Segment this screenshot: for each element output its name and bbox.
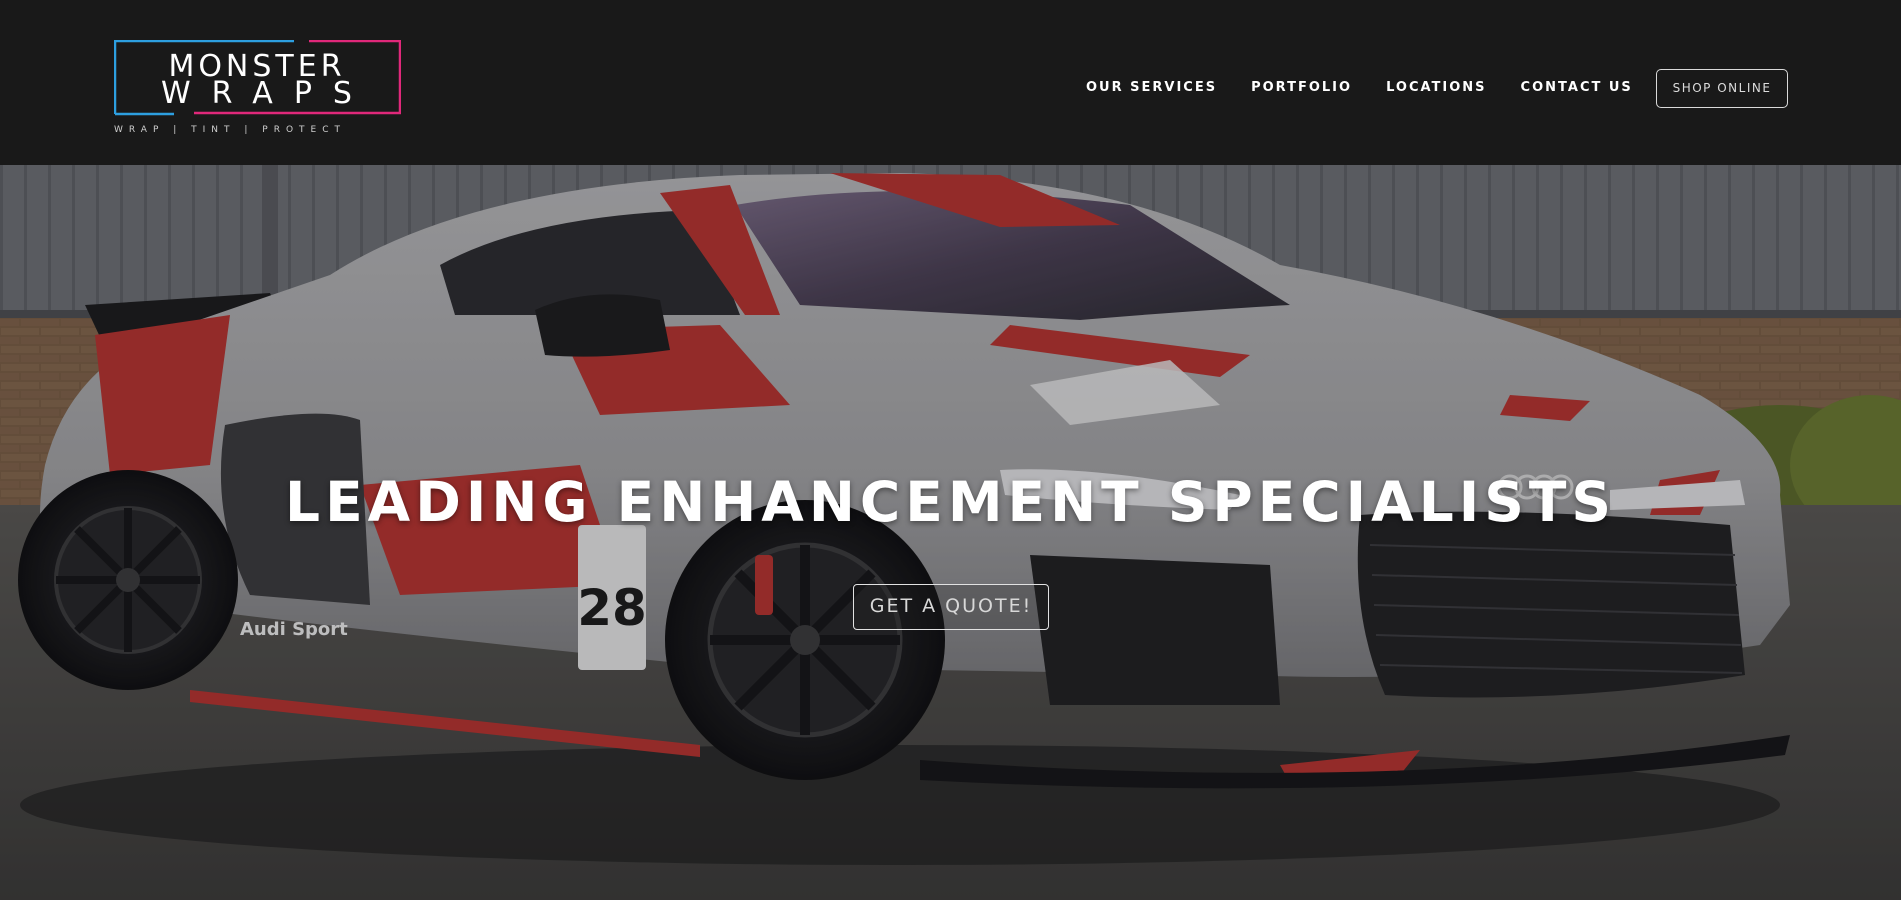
get-a-quote-button[interactable]: GET A QUOTE! (853, 584, 1049, 630)
main-nav: OUR SERVICES PORTFOLIO LOCATIONS CONTACT… (1086, 80, 1667, 96)
hero-title: LEADING ENHANCEMENT SPECIALISTS (285, 470, 1616, 534)
logo-word-wraps: WRAPS (161, 76, 373, 111)
hero-section: 28 Audi Sport LEADING ENHANCEMENT SPECIA… (0, 165, 1901, 900)
nav-our-services[interactable]: OUR SERVICES (1086, 80, 1217, 96)
logo-tagline: WRAP | TINT | PROTECT (114, 125, 346, 135)
site-header: MONSTER WRAPS WRAP | TINT | PROTECT OUR … (0, 0, 1901, 165)
shop-online-button[interactable]: SHOP ONLINE (1656, 69, 1788, 108)
brand-logo[interactable]: MONSTER WRAPS WRAP | TINT | PROTECT (114, 40, 401, 140)
nav-locations[interactable]: LOCATIONS (1386, 80, 1486, 96)
nav-portfolio[interactable]: PORTFOLIO (1251, 80, 1352, 96)
nav-contact-us[interactable]: CONTACT US (1521, 80, 1633, 96)
